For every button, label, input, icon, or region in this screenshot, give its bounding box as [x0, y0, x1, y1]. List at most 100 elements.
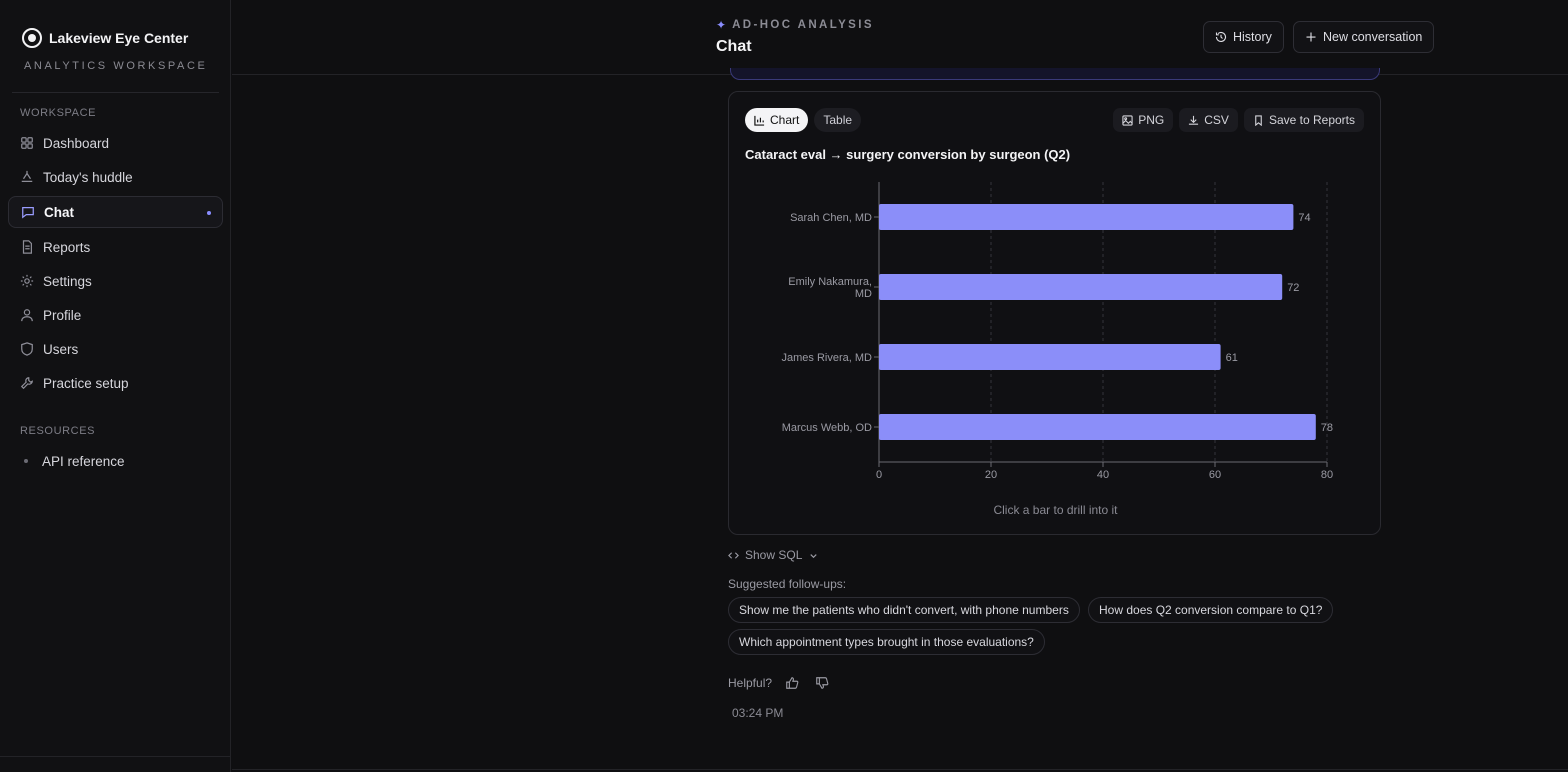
grid-icon — [19, 135, 35, 151]
bar[interactable] — [879, 274, 1283, 300]
user-icon — [19, 307, 35, 323]
view-toggle: Chart Table — [745, 108, 862, 132]
history-button-label: History — [1233, 30, 1272, 44]
code-icon — [728, 551, 739, 559]
sidebar-item-label: Today's huddle — [43, 169, 133, 185]
sidebar-item-practice-setup[interactable]: Practice setup — [8, 367, 223, 399]
footer-divider — [232, 769, 1568, 770]
chart-title: Cataract eval → surgery conversion by su… — [745, 147, 1071, 162]
brand-subtitle: ANALYTICS WORKSPACE — [24, 60, 208, 72]
sidebar-divider — [12, 92, 219, 93]
category-label: Sarah Chen, MD — [790, 212, 872, 224]
sidebar-item-label: Profile — [43, 307, 82, 323]
bar-value-label: 61 — [1226, 352, 1238, 364]
helpful-label: Helpful? — [728, 676, 773, 690]
thumbs-up-icon[interactable] — [782, 673, 802, 693]
save-label: Save to Reports — [1268, 113, 1355, 127]
header-kicker-text: AD-HOC ANALYSIS — [732, 19, 874, 31]
bar[interactable] — [879, 344, 1221, 370]
sidebar-item-reports[interactable]: Reports — [8, 231, 223, 263]
document-icon — [19, 239, 35, 255]
sidebar-item-profile[interactable]: Profile — [8, 299, 223, 331]
resources-section-label: RESOURCES — [20, 425, 96, 437]
x-tick-label: 60 — [1209, 469, 1221, 481]
x-tick-label: 20 — [985, 469, 997, 481]
category-label: James Rivera, MD — [782, 352, 873, 364]
suggested-followups-label: Suggested follow-ups: — [728, 577, 847, 591]
show-sql-label: Show SQL — [745, 548, 803, 562]
suggestion-chip[interactable]: Which appointment types brought in those… — [728, 629, 1045, 655]
chevron-down-icon — [810, 553, 818, 558]
export-png-button[interactable]: PNG — [1113, 108, 1174, 132]
thumbs-down-icon[interactable] — [812, 673, 832, 693]
category-label: Marcus Webb, OD — [782, 422, 872, 434]
sidebar-item-label: Settings — [43, 273, 92, 289]
sidebar-item-label: Practice setup — [43, 375, 129, 391]
show-sql-toggle[interactable]: Show SQL — [728, 548, 819, 562]
x-tick-label: 80 — [1321, 469, 1333, 481]
tab-chart[interactable]: Chart — [745, 108, 809, 132]
category-label-line: Marcus Webb, OD — [782, 422, 872, 434]
chart-card: 0 20 40 60 80 74 Sarah Chen, MD 72 Emily Nakamur… — [728, 91, 1381, 535]
sidebar-item-label: API reference — [42, 453, 125, 469]
bar-chart-icon — [754, 115, 765, 126]
sidebar-item-dashboard[interactable]: Dashboard — [8, 127, 223, 159]
suggestion-chip[interactable]: Show me the patients who didn't convert,… — [728, 597, 1080, 623]
sidebar-item-chat[interactable]: Chat — [8, 196, 223, 228]
shield-icon — [19, 341, 35, 357]
sidebar-footer-divider — [0, 756, 231, 757]
feedback-row: Helpful? — [728, 673, 832, 693]
csv-label: CSV — [1204, 113, 1229, 127]
sidebar-item-users[interactable]: Users — [8, 333, 223, 365]
huddle-icon — [19, 169, 35, 185]
category-label-line: Sarah Chen, MD — [790, 212, 872, 224]
bar-value-label: 78 — [1321, 422, 1333, 434]
chart-toolbar: PNG CSV Save to Reports — [1113, 108, 1364, 132]
chart-hint: Click a bar to drill into it — [993, 503, 1118, 517]
export-csv-button[interactable]: CSV — [1179, 108, 1238, 132]
sidebar-item-api-reference[interactable]: API reference — [8, 445, 223, 477]
sidebar-item-todays-huddle[interactable]: Today's huddle — [8, 161, 223, 193]
sparkle-icon: ✦ — [716, 18, 727, 32]
bar[interactable] — [879, 204, 1294, 230]
x-tick-label: 0 — [876, 469, 882, 481]
sidebar-item-label: Dashboard — [43, 135, 110, 151]
category-label-line: Emily Nakamura, — [788, 276, 872, 288]
plus-icon — [1306, 32, 1316, 42]
sidebar-item-label: Reports — [43, 239, 91, 255]
brand-name: Lakeview Eye Center — [49, 30, 189, 46]
wrench-icon — [19, 375, 35, 391]
image-icon — [1122, 114, 1133, 126]
new-conversation-button[interactable]: New conversation — [1293, 21, 1435, 53]
tab-table-label: Table — [823, 113, 853, 127]
bookmark-icon — [1255, 114, 1262, 126]
previous-message-bubble — [730, 68, 1380, 80]
bar[interactable] — [879, 414, 1316, 440]
x-tick-label: 40 — [1097, 469, 1109, 481]
new-conversation-label: New conversation — [1323, 30, 1423, 44]
history-button[interactable]: History — [1203, 21, 1284, 53]
bar-value-label: 72 — [1287, 282, 1299, 294]
header-kicker: ✦ AD-HOC ANALYSIS — [716, 18, 874, 32]
save-to-reports-button[interactable]: Save to Reports — [1243, 108, 1364, 132]
page-header: ✦ AD-HOC ANALYSIS Chat History New conve… — [232, 0, 1568, 75]
chat-icon — [20, 204, 36, 220]
active-indicator-dot — [207, 211, 211, 215]
gear-icon — [19, 273, 35, 289]
brand-logo-icon — [22, 28, 42, 48]
sidebar-item-label: Chat — [44, 204, 74, 220]
sidebar-item-settings[interactable]: Settings — [8, 265, 223, 297]
message-timestamp: 03:24 PM — [732, 706, 784, 720]
page-title: Chat — [716, 38, 752, 55]
category-label-line: James Rivera, MD — [782, 352, 873, 364]
bar-value-label: 74 — [1298, 212, 1310, 224]
bullet-icon — [24, 459, 28, 463]
suggestion-chip[interactable]: How does Q2 conversion compare to Q1? — [1088, 597, 1334, 623]
tab-chart-label: Chart — [770, 113, 800, 127]
sidebar: Lakeview Eye Center ANALYTICS WORKSPACE … — [0, 0, 231, 772]
category-label: Emily Nakamura, MD — [788, 276, 872, 300]
brand[interactable]: Lakeview Eye Center — [22, 28, 188, 48]
tab-table[interactable]: Table — [814, 108, 862, 132]
sidebar-item-label: Users — [43, 341, 79, 357]
category-label-line: MD — [855, 288, 872, 300]
